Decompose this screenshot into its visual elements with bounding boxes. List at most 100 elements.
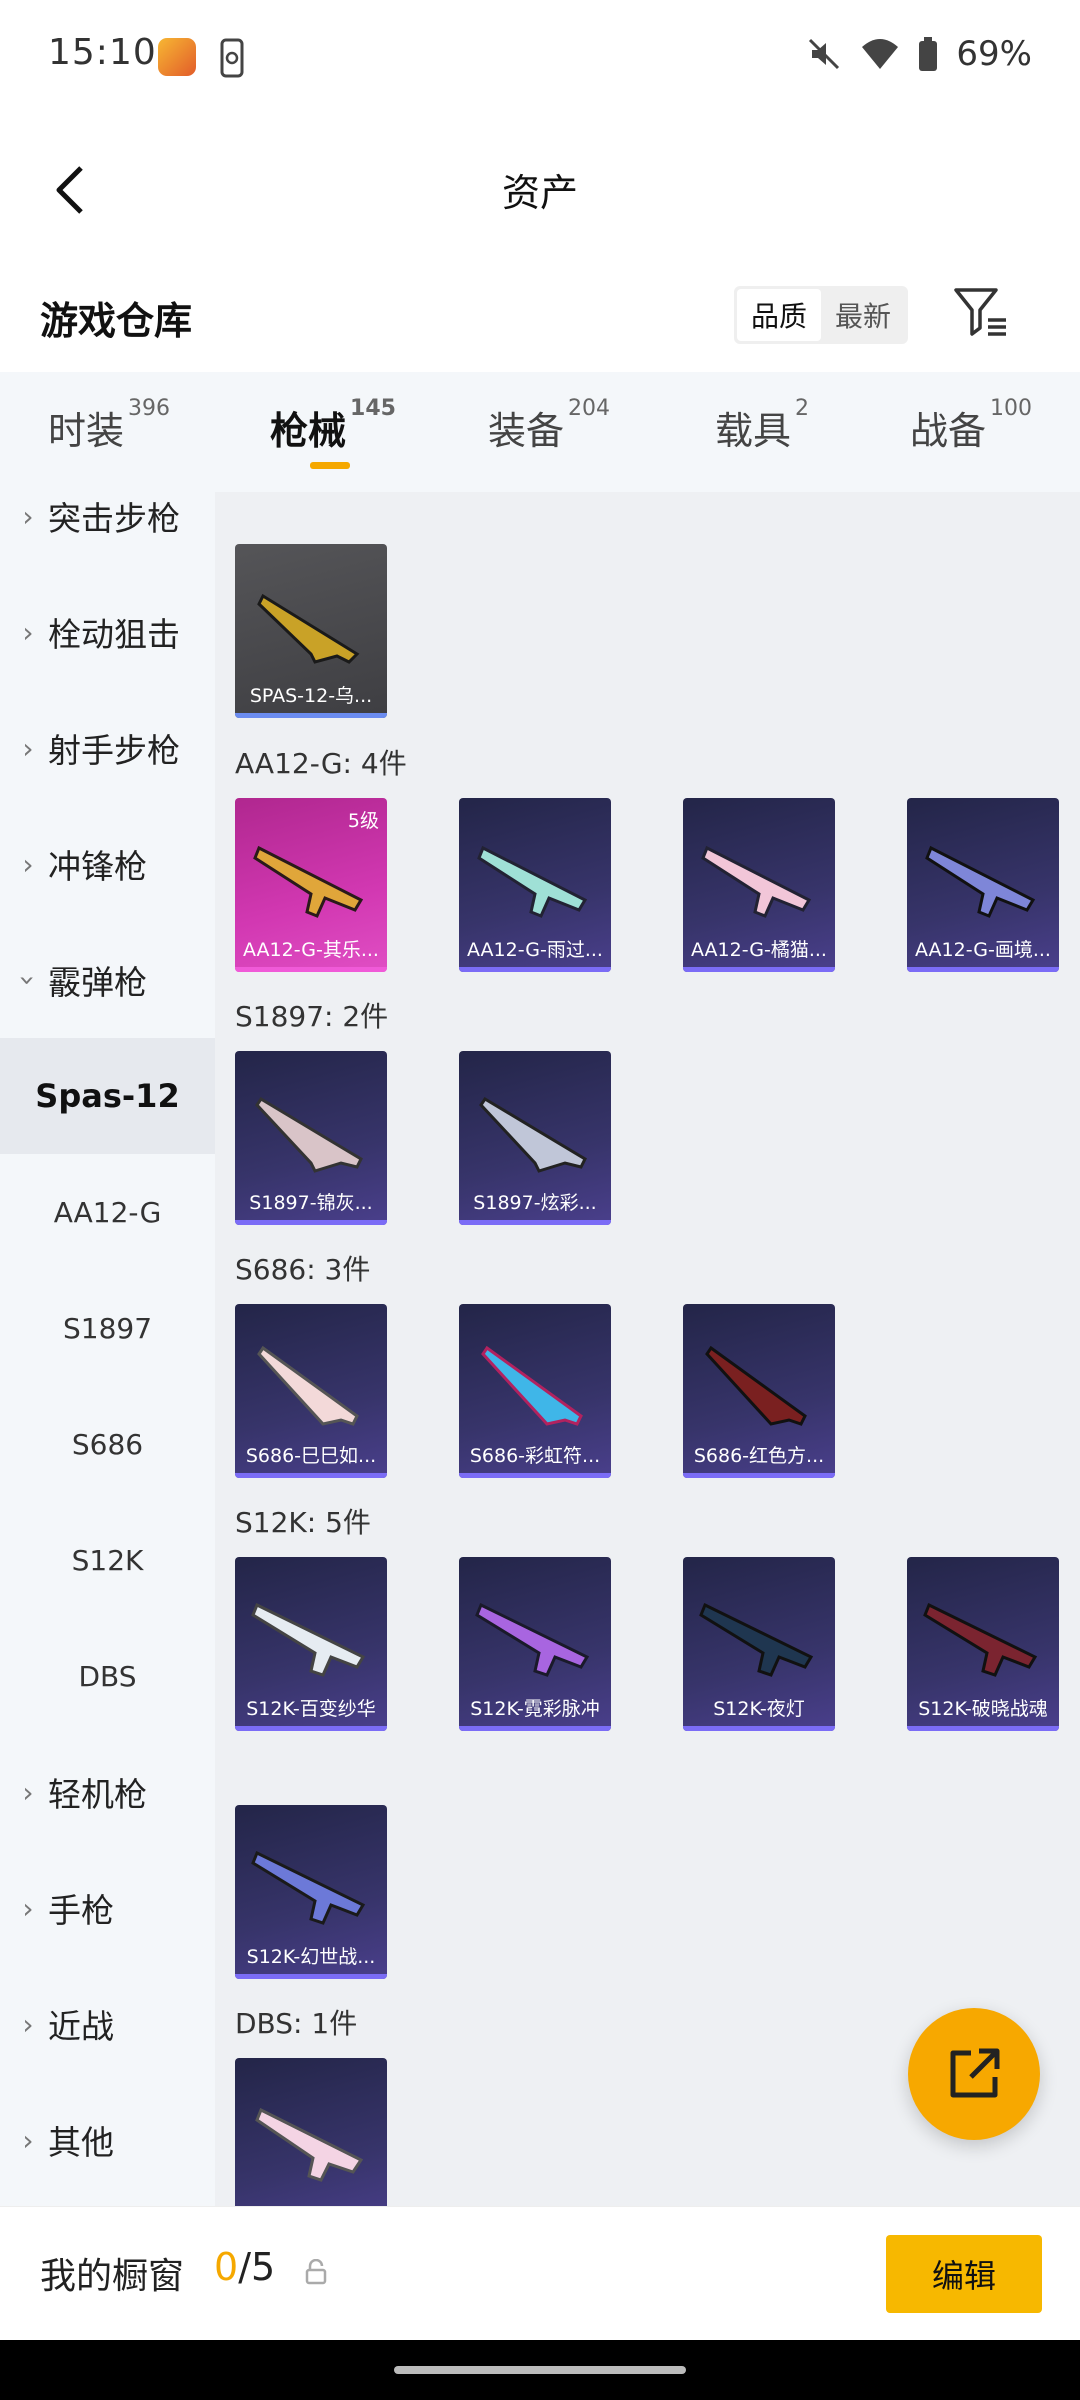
skin-name: S12K-破晓战魂 (918, 1698, 1048, 1720)
skin-name: S686-红色方... (693, 1445, 825, 1467)
rarity-bar (235, 1974, 387, 1979)
skin-card[interactable]: SPAS-12-乌... (235, 544, 387, 718)
mute-icon (809, 38, 840, 70)
rarity-bar (683, 1473, 835, 1478)
tab-equipment[interactable]: 装备204 (488, 396, 610, 455)
chevron-down-icon: › (11, 974, 45, 986)
rifle-icon (251, 1602, 366, 1677)
skin-card[interactable]: AA12-G-画境... (907, 798, 1059, 972)
tab-count: 145 (350, 396, 396, 421)
sidebar-sub-dbs[interactable]: DBS (0, 1618, 215, 1734)
rifle-icon (253, 845, 364, 918)
skin-name: SPAS-12-乌... (249, 685, 373, 707)
filter-icon[interactable] (950, 282, 1010, 342)
weapon-skin-grid: SPAS-12-乌... AA12-G: 4件 5级 AA12-G-其乐... … (215, 492, 1080, 2206)
rifle-icon (699, 1602, 814, 1677)
chevron-right-icon: › (22, 615, 34, 649)
sidebar-item-pistol[interactable]: › 手枪 (0, 1850, 215, 1966)
skin-card[interactable]: 5级 AA12-G-其乐... (235, 798, 387, 972)
tab-fashion[interactable]: 时装396 (48, 396, 170, 455)
sidebar-item-smg[interactable]: › 冲锋枪 (0, 806, 215, 922)
skin-card[interactable]: S12K-霓彩脉冲 (459, 1557, 611, 1731)
rarity-bar (235, 1220, 387, 1225)
sidebar-item-label: 轻机枪 (48, 1775, 147, 1814)
sidebar-sub-s686[interactable]: S686 (0, 1386, 215, 1502)
skin-card[interactable] (235, 2058, 387, 2206)
weapon-category-sidebar: › 突击步枪 › 栓动狙击 › 射手步枪 › 冲锋枪 › 霰弹枪 Spas-12 AA12… (0, 492, 215, 2206)
skin-name: S1897-锦灰... (249, 1192, 373, 1214)
tab-label: 枪械 (270, 409, 347, 453)
skin-name: S12K-霓彩脉冲 (470, 1698, 600, 1720)
chevron-right-icon: › (22, 499, 34, 533)
skin-card[interactable]: S1897-炫彩... (459, 1051, 611, 1225)
skin-name: AA12-G-其乐... (243, 939, 379, 961)
tab-count: 396 (128, 396, 171, 421)
wifi-icon (862, 39, 899, 69)
category-tabs: 时装396 枪械145 装备204 载具2 战备100 (0, 372, 1080, 492)
chevron-right-icon: › (22, 2007, 34, 2041)
rarity-bar (235, 967, 387, 972)
showcase-total: /5 (238, 2245, 276, 2289)
sidebar-sub-spas12[interactable]: Spas-12 (0, 1038, 215, 1154)
skin-card[interactable]: S686-红色方... (683, 1304, 835, 1478)
home-gesture-handle[interactable] (394, 2366, 686, 2374)
skin-card[interactable]: S12K-幻世战... (235, 1805, 387, 1979)
sidebar-item-lmg[interactable]: › 轻机枪 (0, 1734, 215, 1850)
sort-quality-button[interactable]: 品质 (737, 289, 821, 341)
sidebar-sub-s12k[interactable]: S12K (0, 1502, 215, 1618)
skin-card[interactable]: S1897-锦灰... (235, 1051, 387, 1225)
skin-name: S12K-幻世战... (246, 1946, 376, 1968)
sidebar-item-label: 其他 (48, 2123, 114, 2162)
rifle-icon (477, 845, 588, 918)
shotgun-icon (255, 1096, 363, 1173)
skin-card[interactable]: S12K-百变纱华 (235, 1557, 387, 1731)
rarity-bar (683, 967, 835, 972)
showcase-current: 0 (214, 2245, 239, 2289)
tab-vehicles[interactable]: 载具2 (715, 396, 809, 455)
skin-name: AA12-G-画境... (915, 939, 1051, 961)
rifle-icon (925, 845, 1036, 918)
edit-button[interactable]: 编辑 (886, 2235, 1042, 2313)
battery-icon (919, 37, 938, 71)
sidebar-item-shotgun[interactable]: › 霰弹枪 (0, 922, 215, 1038)
warehouse-title: 游戏仓库 (40, 299, 193, 343)
status-bar: 15:10 69% (0, 0, 1080, 115)
skin-name: S12K-百变纱华 (246, 1698, 376, 1720)
showcase-count: 0/5 (214, 2245, 275, 2289)
sidebar-item-marksman-rifle[interactable]: › 射手步枪 (0, 690, 215, 806)
rifle-icon (251, 1850, 366, 1925)
skin-card[interactable]: AA12-G-橘猫... (683, 798, 835, 972)
rarity-bar (235, 713, 387, 718)
shotgun-icon (255, 2107, 364, 2182)
sidebar-sub-s1897[interactable]: S1897 (0, 1270, 215, 1386)
rarity-bar (235, 1726, 387, 1731)
sidebar-item-melee[interactable]: › 近战 (0, 1966, 215, 2082)
share-fab-button[interactable] (908, 2008, 1040, 2140)
tab-label: 载具 (715, 409, 792, 453)
shotgun-icon (481, 1345, 583, 1426)
skin-name: S12K-夜灯 (713, 1698, 805, 1720)
rarity-bar (459, 1473, 611, 1478)
group-label: S12K: 5件 (235, 1506, 371, 1539)
skin-card[interactable]: S12K-夜灯 (683, 1557, 835, 1731)
skin-card[interactable]: S686-巳巳如... (235, 1304, 387, 1478)
phone-sync-icon (220, 38, 244, 78)
rarity-bar (459, 1220, 611, 1225)
skin-card[interactable]: S12K-破晓战魂 (907, 1557, 1059, 1731)
system-nav-bar (0, 2340, 1080, 2400)
rarity-bar (683, 1726, 835, 1731)
sidebar-item-label: 近战 (48, 2007, 114, 2046)
sidebar-sub-aa12g[interactable]: AA12-G (0, 1154, 215, 1270)
shotgun-icon (257, 1345, 359, 1426)
skin-card[interactable]: S686-彩虹符... (459, 1304, 611, 1478)
sidebar-item-other[interactable]: › 其他 (0, 2082, 215, 2198)
tab-supplies[interactable]: 战备100 (910, 396, 1032, 455)
battery-percent: 69% (956, 34, 1032, 74)
skin-name: AA12-G-橘猫... (691, 939, 827, 961)
shotgun-icon (705, 1345, 807, 1426)
sidebar-item-assault-rifle[interactable]: › 突击步枪 (0, 492, 215, 574)
tab-firearms[interactable]: 枪械145 (270, 396, 396, 455)
sort-newest-button[interactable]: 最新 (821, 289, 905, 341)
sidebar-item-bolt-sniper[interactable]: › 栓动狙击 (0, 574, 215, 690)
skin-card[interactable]: AA12-G-雨过... (459, 798, 611, 972)
